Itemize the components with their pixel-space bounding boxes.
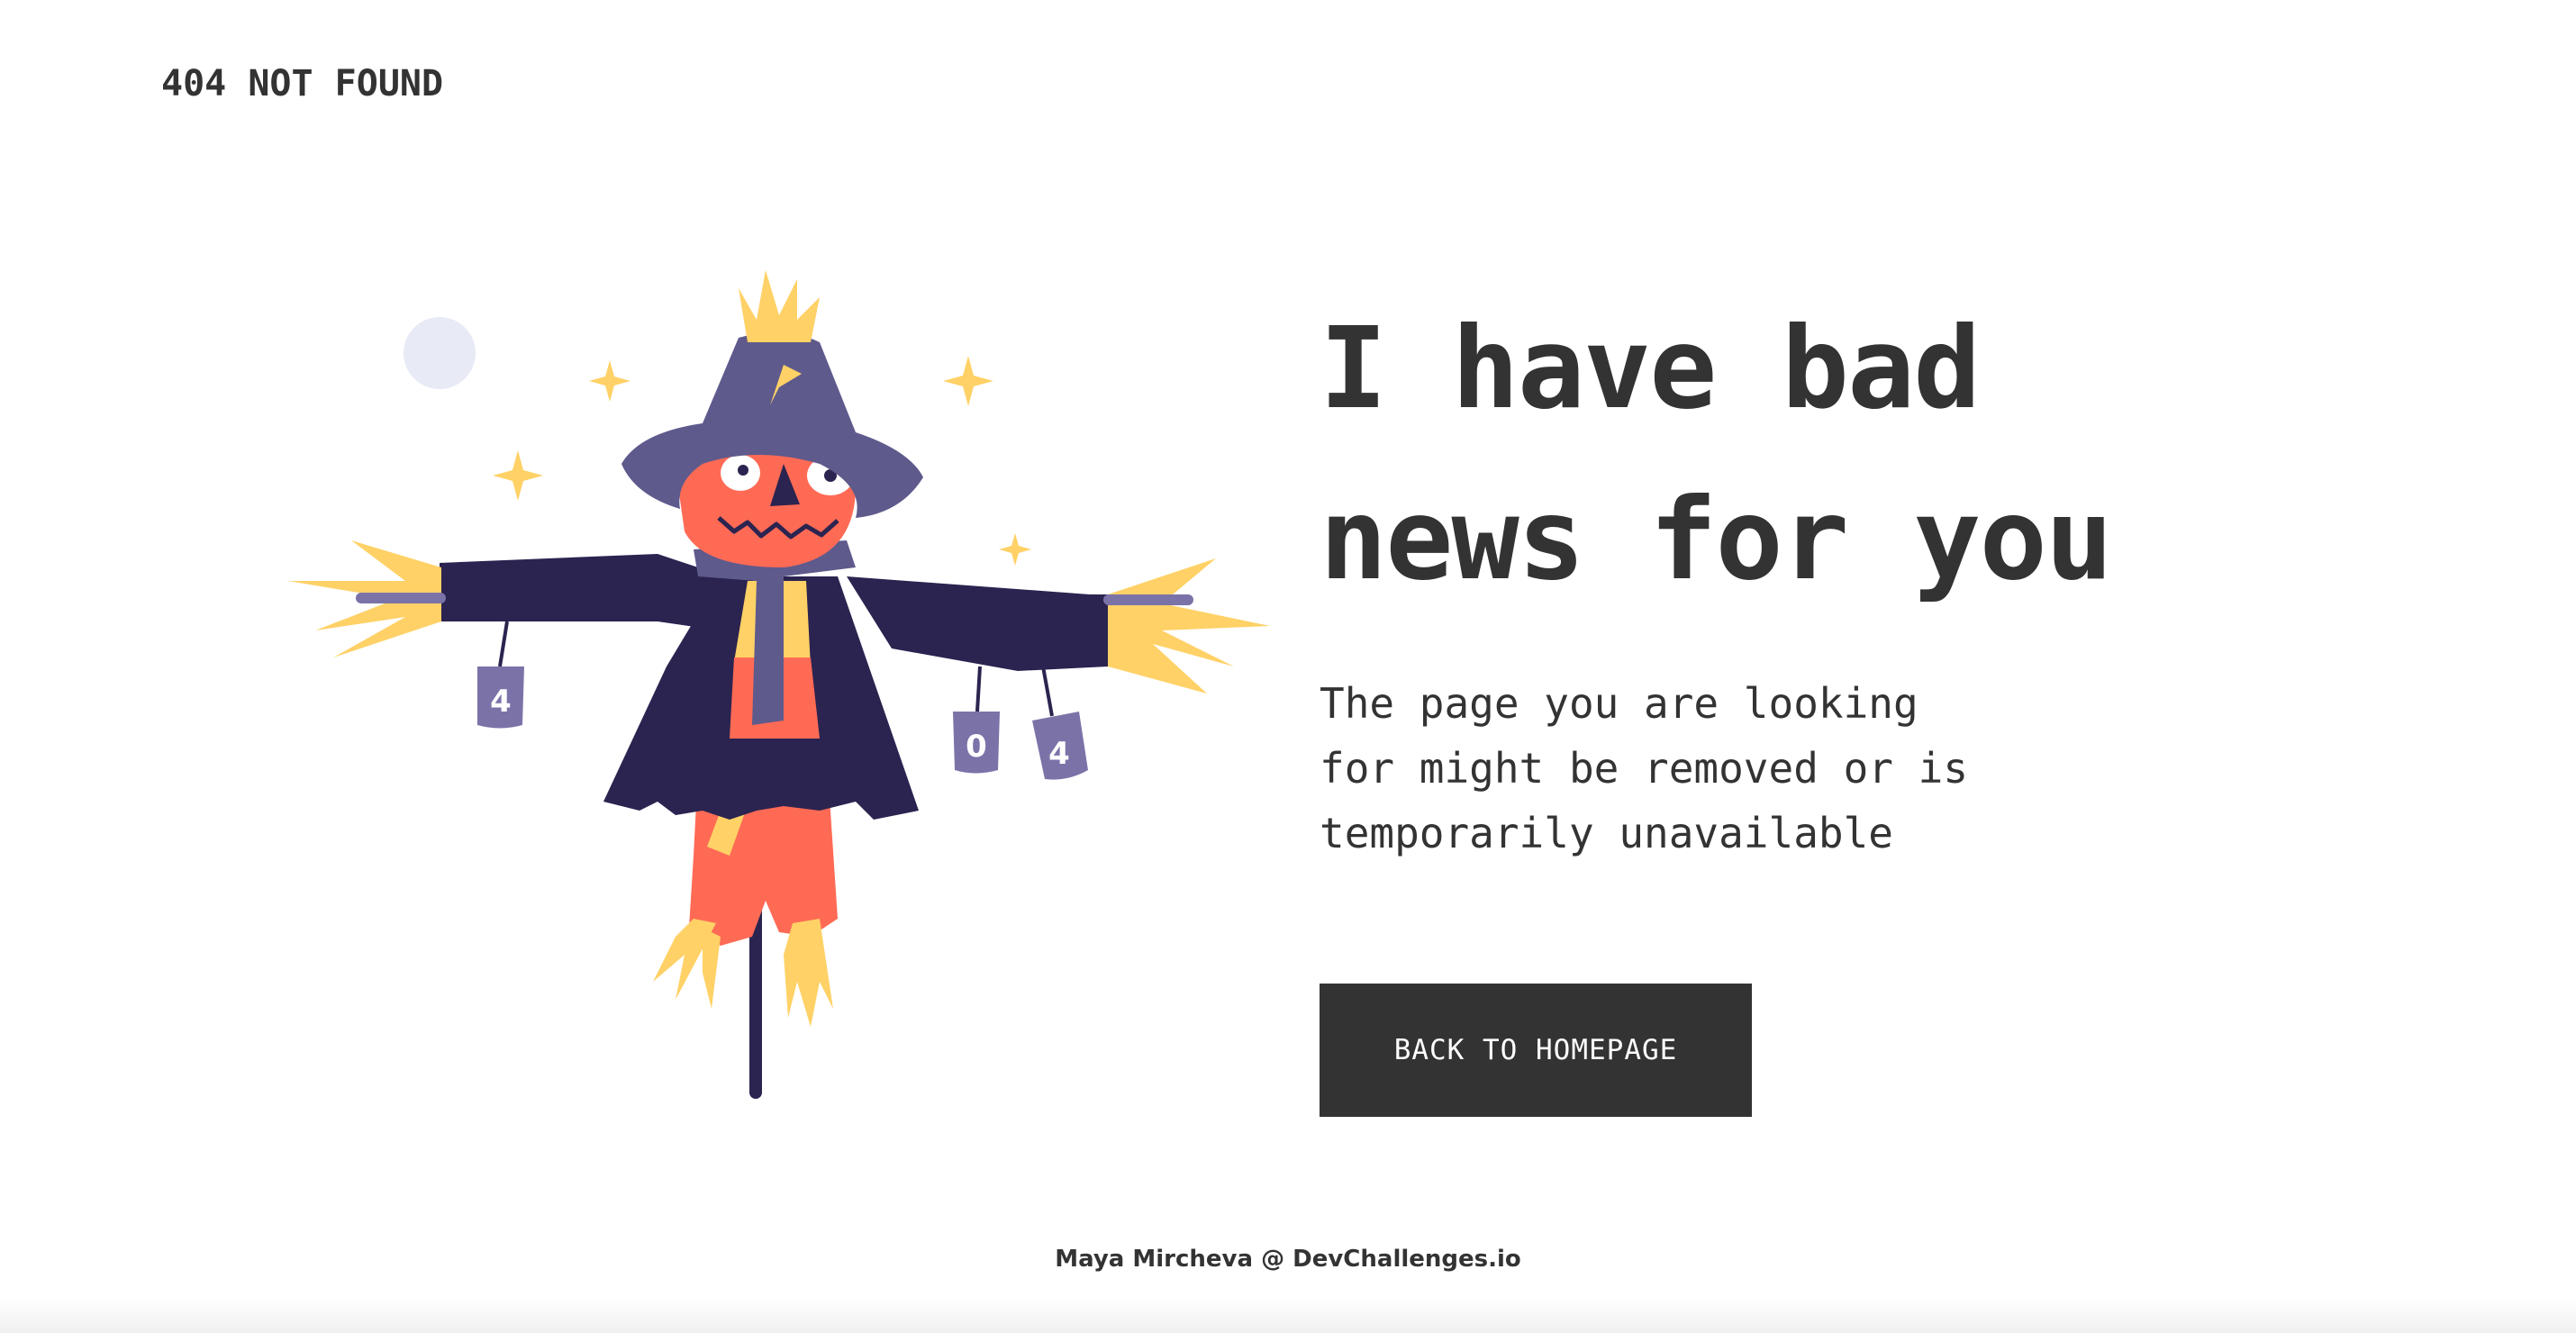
arm-left <box>440 554 739 630</box>
hat-straw <box>739 270 820 342</box>
scarecrow-illustration: 4 0 4 <box>288 270 1270 1099</box>
footer-credit: Maya Mircheva @ DevChallenges.io <box>1055 1246 1521 1273</box>
headline-line-2: news for you <box>1320 475 2113 605</box>
can-middle: 0 <box>953 666 1000 774</box>
site-logo[interactable]: 404 NOT FOUND <box>161 63 443 104</box>
message-line-1: The page you are looking <box>1320 679 1918 728</box>
back-to-homepage-button[interactable]: BACK TO HOMEPAGE <box>1320 984 1752 1117</box>
can-label-left: 4 <box>490 684 512 720</box>
can-label-middle: 0 <box>966 729 987 765</box>
can-label-right: 4 <box>1048 736 1070 772</box>
arm-right <box>847 576 1108 671</box>
error-message: The page you are looking for might be re… <box>1320 671 2040 866</box>
error-content: I have bad news for you The page you are… <box>1320 284 2220 857</box>
can-right: 4 <box>1032 666 1088 780</box>
page-title: I have bad news for you <box>1320 284 2220 626</box>
straw-hand-right <box>1108 558 1270 694</box>
moon-icon <box>404 317 476 389</box>
message-line-2: for might be removed or is <box>1320 744 1969 793</box>
headline-line-1: I have bad <box>1320 304 1982 434</box>
bottom-shadow <box>0 1297 2576 1333</box>
message-line-3: temporarily unavailable <box>1320 809 1893 857</box>
can-left: 4 <box>477 621 524 729</box>
